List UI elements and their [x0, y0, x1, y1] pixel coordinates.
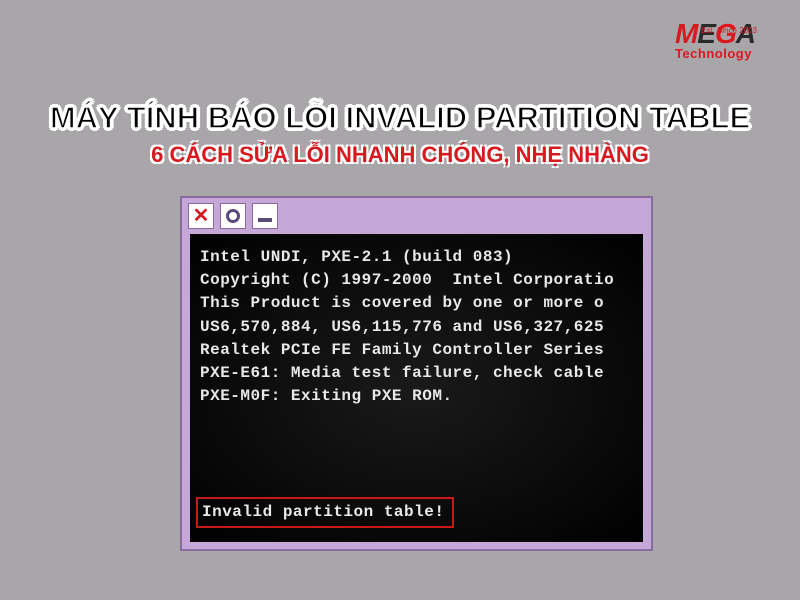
terminal-line-8: PXE-E61: Media test failure, check cable [200, 362, 633, 385]
logo-since: Est. Since 2003 [701, 26, 757, 35]
circle-icon [226, 209, 240, 223]
close-button[interactable]: ✕ [188, 203, 214, 229]
headline-main: MÁY TÍNH BÁO LỖI INVALID PARTITION TABLE [50, 100, 750, 136]
terminal-line-4: This Product is covered by one or more o [200, 292, 633, 315]
minimize-button[interactable] [252, 203, 278, 229]
error-message: Invalid partition table! [202, 503, 444, 521]
brand-logo: MEGA Est. Since 2003 Technology [675, 18, 755, 61]
error-highlight-box: Invalid partition table! [196, 497, 454, 528]
window-frame: ✕ Intel UNDI, PXE-2.1 (build 083) Copyri… [180, 196, 653, 551]
terminal-line-7: Realtek PCIe FE Family Controller Series [200, 339, 633, 362]
terminal-line-2: Copyright (C) 1997-2000 Intel Corporatio [200, 269, 633, 292]
headline-sub: 6 CÁCH SỬA LỖI NHANH CHÓNG, NHẸ NHÀNG [151, 142, 649, 168]
maximize-button[interactable] [220, 203, 246, 229]
close-icon: ✕ [193, 206, 210, 226]
minimize-icon [258, 218, 272, 222]
terminal-line-5: US6,570,884, US6,115,776 and US6,327,625 [200, 316, 633, 339]
logo-technology: Technology [675, 46, 755, 61]
terminal-screen: Intel UNDI, PXE-2.1 (build 083) Copyrigh… [190, 234, 643, 542]
titlebar: ✕ [182, 198, 651, 234]
terminal-line-1: Intel UNDI, PXE-2.1 (build 083) [200, 246, 633, 269]
logo-letter-m: M [675, 18, 697, 49]
terminal-line-10: PXE-M0F: Exiting PXE ROM. [200, 385, 633, 408]
